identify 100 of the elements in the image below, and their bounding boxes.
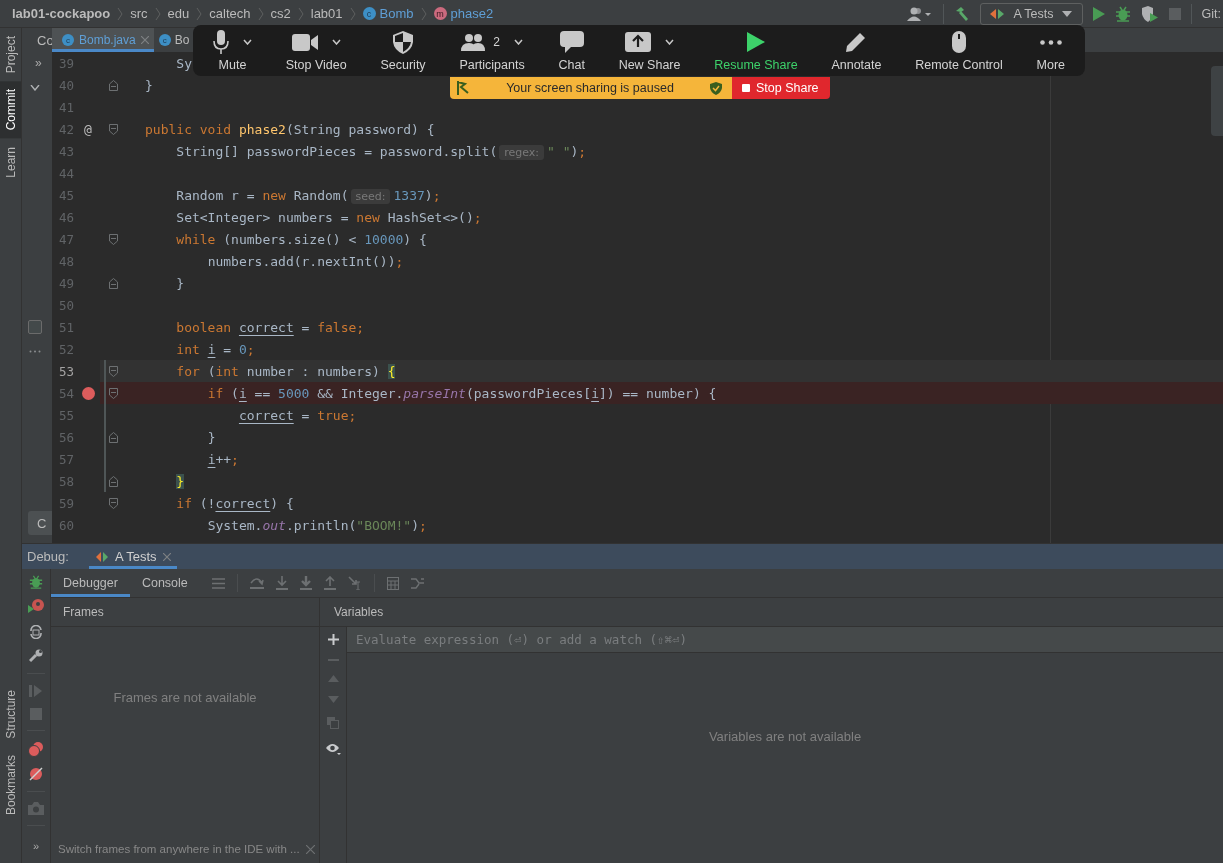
meeting-control-button[interactable]: More [1030,29,1071,72]
caret-icon[interactable] [243,39,252,45]
meeting-control-button[interactable]: Remote Control [909,29,1009,72]
expand-icon[interactable] [30,85,40,91]
line-number: 40 [57,77,74,93]
editor-tab[interactable]: c Bomb.java [52,28,154,52]
breakpoint-icon[interactable] [81,386,95,400]
breadcrumb[interactable]: Bomb [379,6,414,21]
stop-share-button[interactable]: Stop Share [732,77,830,99]
fold-icon[interactable] [109,233,118,245]
debugger-tab[interactable]: Debugger [51,569,130,597]
trace-icon[interactable] [410,577,424,589]
more-button[interactable]: » [35,56,42,70]
fold-icon[interactable] [109,431,118,443]
tool-window-tab[interactable]: Bookmarks [0,746,21,823]
bug-icon[interactable] [29,575,43,589]
play-icon [746,32,765,52]
checkbox[interactable] [28,320,42,334]
move-up-icon[interactable] [327,675,339,682]
coverage-icon[interactable] [1140,5,1159,22]
wrench-icon[interactable] [29,649,43,663]
ellipsis-icon [29,350,41,353]
code-line: if (i == 5000 && Integer.parseInt(passwordPieces[i]) == number) { [206,385,717,401]
resume-icon[interactable] [29,684,43,698]
tool-window-tab[interactable]: Project [0,28,21,82]
fold-icon[interactable] [109,277,118,289]
debug-tab[interactable]: A Tests [88,544,177,569]
fold-icon[interactable] [109,497,118,509]
run-icon[interactable] [1092,6,1105,21]
step-over-icon[interactable] [249,576,264,590]
mute-breakpoints-icon[interactable] [29,767,43,781]
list-icon[interactable] [211,577,225,589]
caret-icon[interactable] [513,39,523,45]
user-icon[interactable] [907,6,934,21]
calculator-icon[interactable] [386,576,399,590]
code-line: correct = true; [237,407,357,423]
code-line: String[] passwordPieces = password.split( regex: " "); [175,143,587,159]
caret-icon[interactable] [331,39,341,45]
stop-icon[interactable] [1168,7,1181,20]
run-configuration-dropdown[interactable]: A Tests [980,2,1083,25]
code-line: public void phase2(String password) { [145,121,435,137]
debug-icon[interactable] [1114,5,1131,22]
panel-header: Variables [334,605,384,619]
breadcrumb[interactable]: caltech [209,6,251,21]
meeting-control-button[interactable]: Security [374,29,432,72]
fold-icon[interactable] [109,475,118,487]
meeting-control-button[interactable]: Stop Video [279,29,353,72]
breadcrumb[interactable]: lab01-cockapoo [12,6,111,21]
close-icon[interactable] [140,36,149,44]
meeting-control-button[interactable]: Annotate [825,29,888,72]
chevron-icon [117,6,124,21]
breadcrumb[interactable]: edu [167,6,190,21]
hammer-icon[interactable] [954,5,971,22]
rerun-icon[interactable] [28,599,44,615]
fold-icon[interactable] [109,387,118,399]
copy-icon[interactable] [327,717,339,729]
add-icon[interactable] [327,634,339,645]
scrollbar[interactable] [1211,66,1223,136]
fold-icon[interactable] [109,123,118,135]
breadcrumb[interactable]: phase2 [450,6,494,21]
caret-icon[interactable] [665,39,675,45]
breadcrumb[interactable]: cs2 [270,6,291,21]
eye-icon[interactable] [325,743,341,755]
step-into-icon[interactable] [275,576,288,590]
tool-window-tab[interactable]: Structure [0,682,21,747]
commit-button[interactable]: C [28,511,52,535]
meeting-control-button[interactable]: 2 Participants [453,29,531,72]
chevron-icon [297,6,304,21]
fold-icon[interactable] [109,79,118,91]
meeting-control-button[interactable]: Chat [552,29,591,72]
step-out-icon[interactable] [323,576,336,590]
meeting-control-button[interactable]: Mute [207,29,258,72]
breakpoints-icon[interactable] [28,741,44,757]
code-line: Sy [175,55,192,71]
breadcrumb[interactable]: lab01 [310,6,343,21]
meeting-control-button[interactable]: New Share [612,29,687,72]
tool-window-tab[interactable]: Learn [0,138,21,186]
tool-window-tab[interactable]: Commit [0,81,21,139]
run-to-cursor-icon[interactable] [347,576,362,590]
code-line: Random r = new Random( seed: 1337); [175,187,441,203]
force-step-into-icon[interactable] [299,576,312,590]
fold-icon[interactable] [109,365,118,377]
empty-message: Variables are not available [708,728,862,744]
code-line: while (numbers.size() < 10000) { [175,231,427,247]
shield-icon [393,30,414,54]
move-down-icon[interactable] [327,696,339,703]
meeting-control-button[interactable]: Resume Share [708,29,804,72]
override-marker[interactable]: @ [84,121,92,137]
debugger-tab[interactable]: Console [129,569,200,597]
breadcrumb[interactable]: src [130,6,148,21]
refresh-icon[interactable] [29,625,43,639]
code-line: int i = 0; [175,341,255,357]
close-icon[interactable] [305,844,315,854]
more-button[interactable]: » [32,840,40,852]
code-line: if (!correct) { [175,495,294,511]
editor-tab[interactable]: c Bo [153,28,190,52]
line-number: 52 [57,341,74,357]
camera-icon[interactable] [28,802,44,815]
close-icon[interactable] [162,552,171,561]
more-icon [1039,39,1062,45]
